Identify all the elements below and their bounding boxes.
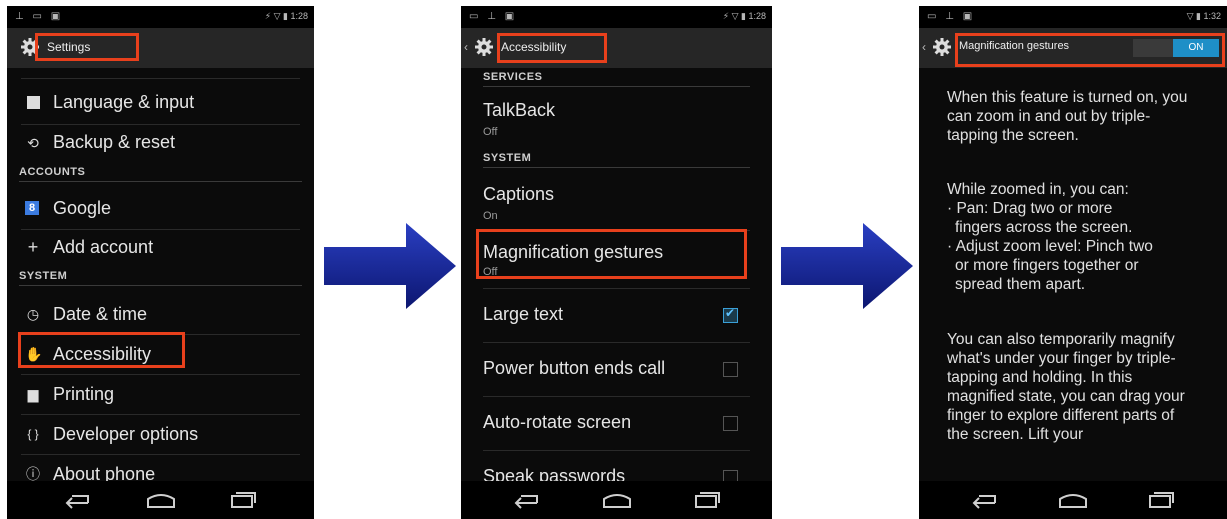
highlight-box-magnification-gestures xyxy=(476,229,747,279)
setting-status: On xyxy=(483,210,498,222)
checkbox-unchecked[interactable] xyxy=(723,416,738,431)
instruction-line: spread them apart. xyxy=(955,276,1086,293)
recent-apps-icon[interactable] xyxy=(229,491,257,509)
back-icon[interactable] xyxy=(969,491,999,509)
divider xyxy=(483,288,750,289)
divider xyxy=(483,396,750,397)
status-notification-icons: ⊥ ▭ ▣ xyxy=(15,11,64,22)
setting-captions[interactable]: Captions On xyxy=(461,172,772,228)
divider xyxy=(21,454,300,455)
status-bar: ▭ ⊥ ▣ ⚡ ▽ ▮ 1:28 xyxy=(461,6,772,28)
status-bar: ⊥ ▭ ▣ ⚡ ▽ ▮ 1:28 xyxy=(7,6,314,28)
up-caret-icon[interactable]: ‹ xyxy=(922,40,926,54)
restore-icon: ⟲ xyxy=(27,135,39,151)
setting-power-button-ends-call[interactable]: Power button ends call xyxy=(461,344,772,394)
braces-icon: { } xyxy=(27,427,39,441)
highlight-box-settings-title xyxy=(35,33,139,61)
gear-icon[interactable] xyxy=(931,36,953,58)
flow-arrow xyxy=(324,223,456,309)
checkmark-icon: ✔ xyxy=(725,306,736,320)
settings-item-printing[interactable]: ▆ Printing xyxy=(7,376,314,414)
setting-auto-rotate-screen[interactable]: Auto-rotate screen xyxy=(461,398,772,448)
instruction-line: · Pan: Drag two or more xyxy=(947,200,1113,217)
back-icon[interactable] xyxy=(511,491,541,509)
settings-item-date-time[interactable]: ◷ Date & time xyxy=(7,296,314,334)
setting-status: Off xyxy=(483,126,498,138)
setting-large-text[interactable]: Large text ✔ xyxy=(461,290,772,340)
setting-label: Captions xyxy=(483,184,555,204)
keyboard-icon xyxy=(27,96,40,109)
info-icon: ⓘ xyxy=(26,466,40,482)
status-bar: ▭ ⊥ ▣ ▽ ▮ 1:32 xyxy=(919,6,1227,28)
instruction-line: or more fingers together or xyxy=(955,257,1139,274)
highlight-box-accessibility-title xyxy=(497,33,607,63)
section-header-system: SYSTEM xyxy=(483,152,750,168)
settings-item-language-input[interactable]: Language & input xyxy=(7,86,314,122)
section-header-accounts: ACCOUNTS xyxy=(19,166,302,182)
settings-item-label: Add account xyxy=(53,237,154,257)
divider xyxy=(21,78,300,79)
settings-item-label: Date & time xyxy=(53,304,148,324)
home-icon[interactable] xyxy=(601,491,633,509)
highlight-box-magnification-header xyxy=(955,33,1225,67)
divider xyxy=(483,450,750,451)
description-paragraph: You can also temporarily magnify what's … xyxy=(947,331,1185,443)
recent-apps-icon[interactable] xyxy=(693,491,721,509)
instruction-line: · Adjust zoom level: Pinch two xyxy=(947,238,1153,255)
section-header-system: SYSTEM xyxy=(19,270,302,286)
settings-item-label: Developer options xyxy=(53,424,199,444)
settings-item-label: Backup & reset xyxy=(53,132,176,152)
description-paragraph: When this feature is turned on, you can … xyxy=(947,89,1188,144)
description-instructions: While zoomed in, you can: · Pan: Drag tw… xyxy=(947,180,1199,294)
home-icon[interactable] xyxy=(145,491,177,509)
back-icon[interactable] xyxy=(62,491,92,509)
home-icon[interactable] xyxy=(1057,491,1089,509)
settings-item-google[interactable]: 8 Google xyxy=(7,192,314,228)
divider xyxy=(21,414,300,415)
setting-talkback[interactable]: TalkBack Off xyxy=(461,90,772,144)
setting-label: TalkBack xyxy=(483,100,556,120)
highlight-box-accessibility xyxy=(18,332,185,368)
recent-apps-icon[interactable] xyxy=(1147,491,1175,509)
checkbox-unchecked[interactable] xyxy=(723,362,738,377)
phone-magnification-screen: ▭ ⊥ ▣ ▽ ▮ 1:32 ‹ Magnification gestures … xyxy=(919,6,1227,519)
status-notification-icons: ▭ ⊥ ▣ xyxy=(927,11,976,22)
checkbox-checked[interactable]: ✔ xyxy=(723,306,738,323)
settings-item-label: Google xyxy=(53,198,112,218)
divider xyxy=(483,342,750,343)
settings-item-label: Printing xyxy=(53,384,115,404)
up-caret-icon[interactable]: ‹ xyxy=(464,40,468,54)
setting-label: Large text xyxy=(483,304,564,324)
plus-icon: + xyxy=(27,237,39,257)
navigation-bar xyxy=(7,481,314,519)
status-system-icons: ⚡ ▽ ▮ 1:28 xyxy=(722,11,766,21)
status-notification-icons: ▭ ⊥ ▣ xyxy=(469,11,518,22)
settings-list: Language & input ⟲ Backup & reset ACCOUN… xyxy=(7,68,314,484)
instruction-line: fingers across the screen. xyxy=(955,219,1133,236)
setting-label: Auto-rotate screen xyxy=(483,412,632,432)
settings-item-developer-options[interactable]: { } Developer options xyxy=(7,416,314,454)
phone-settings-screen: ⊥ ▭ ▣ ⚡ ▽ ▮ 1:28 Settings Language & inp… xyxy=(7,6,314,519)
divider xyxy=(21,124,300,125)
navigation-bar xyxy=(461,481,772,519)
gear-icon[interactable] xyxy=(473,36,495,58)
section-header-services: SERVICES xyxy=(483,71,750,87)
settings-item-label: Language & input xyxy=(53,92,195,112)
google-icon: 8 xyxy=(25,201,39,215)
divider xyxy=(21,374,300,375)
printer-icon: ▆ xyxy=(27,386,39,402)
magnification-description: When this feature is turned on, you can … xyxy=(919,68,1227,481)
status-system-icons: ⚡ ▽ ▮ 1:28 xyxy=(264,11,308,21)
status-system-icons: ▽ ▮ 1:32 xyxy=(1186,11,1221,21)
settings-item-backup-reset[interactable]: ⟲ Backup & reset xyxy=(7,126,314,162)
clock-icon: ◷ xyxy=(26,306,40,322)
instruction-line: While zoomed in, you can: xyxy=(947,181,1129,198)
navigation-bar xyxy=(919,481,1227,519)
setting-label: Power button ends call xyxy=(483,358,666,378)
flow-arrow xyxy=(781,223,913,309)
settings-item-add-account[interactable]: + Add account xyxy=(7,231,314,267)
divider xyxy=(21,229,300,230)
